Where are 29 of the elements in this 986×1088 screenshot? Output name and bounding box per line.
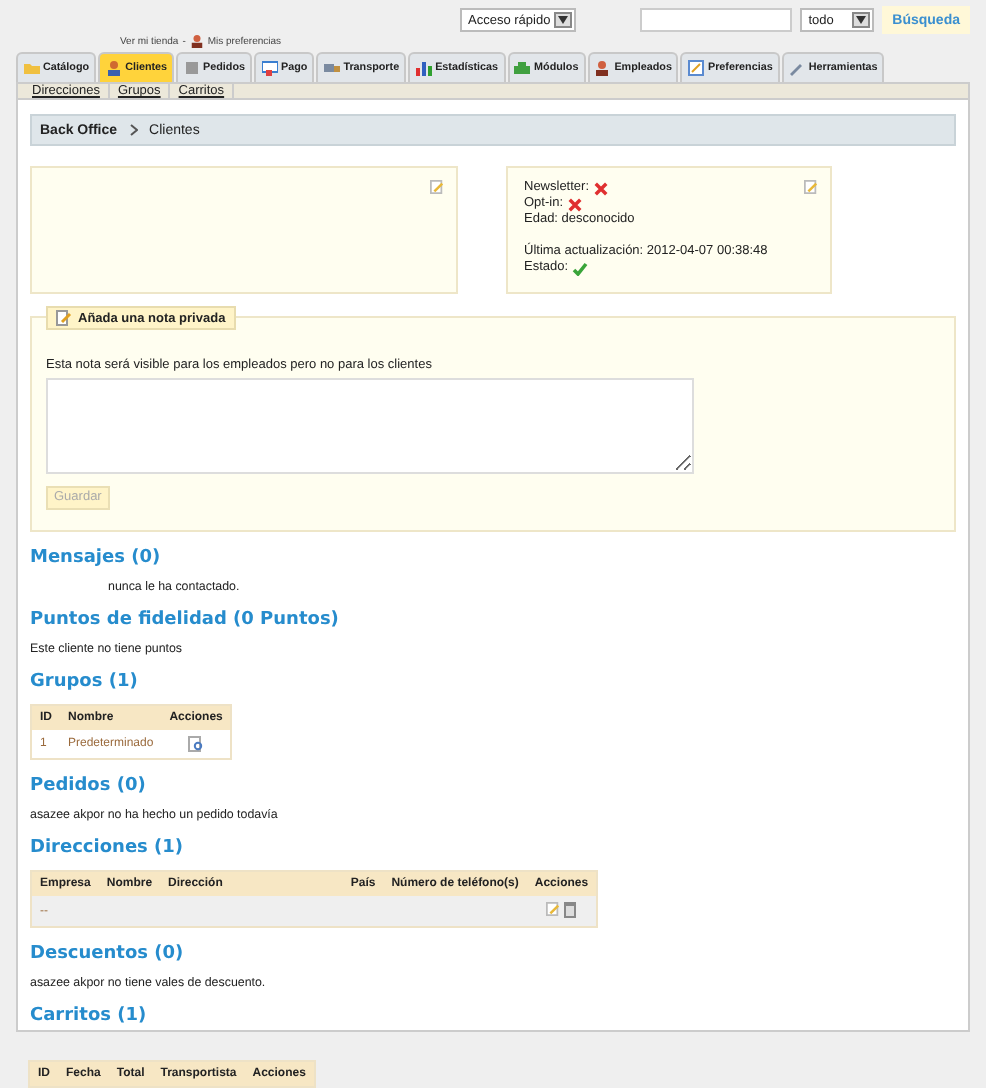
search-field[interactable] — [640, 8, 793, 32]
card-icon — [261, 60, 278, 76]
section-heading: Descuentos (0) — [30, 944, 186, 968]
box-icon — [183, 60, 200, 76]
note-icon — [56, 310, 72, 326]
section-heading: Mensajes (0) — [30, 548, 163, 572]
section-heading: Puntos de fidelidad (0 Puntos) — [30, 610, 341, 634]
person-icon — [594, 60, 611, 76]
pencil-icon[interactable] — [546, 902, 561, 916]
wrench-icon — [788, 60, 805, 76]
puzzle-icon — [514, 60, 531, 76]
chevron-icon — [129, 124, 138, 136]
magnifier-icon[interactable] — [188, 736, 205, 752]
truck-icon — [323, 60, 340, 76]
section-heading: Carritos (1) — [30, 1006, 149, 1030]
section-heading: Direcciones (1) — [30, 838, 186, 862]
bar-chart-icon — [415, 60, 432, 76]
notepad-icon — [687, 60, 704, 76]
note-field[interactable] — [46, 378, 694, 474]
section-heading: Pedidos (0) — [30, 776, 148, 800]
person-icon — [189, 34, 204, 48]
person-icon — [105, 60, 122, 76]
trash-icon[interactable] — [564, 902, 577, 918]
caret-icon[interactable] — [856, 16, 867, 24]
pencil-icon[interactable] — [430, 180, 444, 194]
section-heading: Grupos (1) — [30, 672, 140, 696]
caret-icon[interactable] — [558, 16, 569, 24]
folder-icon — [23, 60, 39, 76]
pencil-icon[interactable] — [804, 180, 818, 194]
